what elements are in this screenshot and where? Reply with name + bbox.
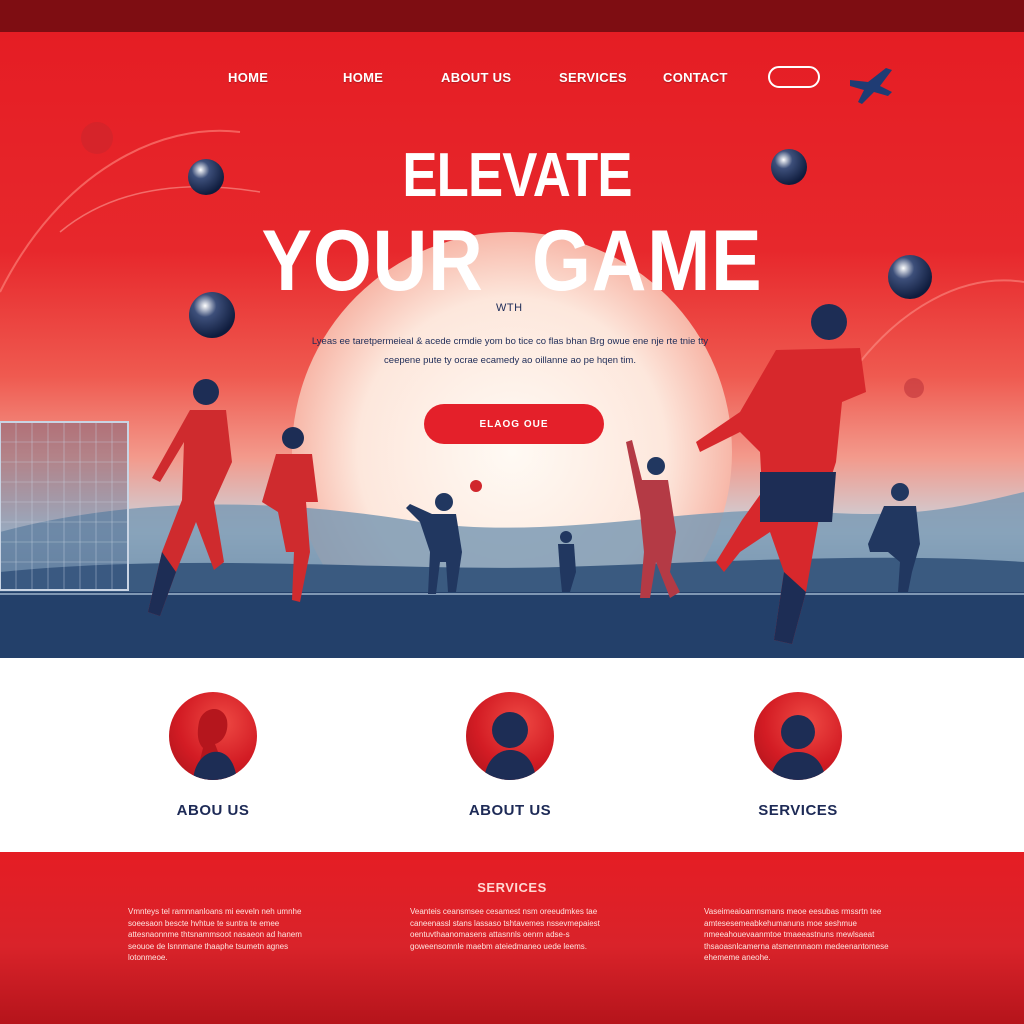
nav-home[interactable]: HOME bbox=[228, 70, 268, 85]
feature-card[interactable]: ABOU US bbox=[113, 692, 313, 819]
airplane-icon bbox=[846, 62, 896, 111]
nav-pill-button[interactable] bbox=[768, 66, 820, 88]
feature-title: ABOU US bbox=[176, 802, 250, 819]
services-column: Vaseimeaioamnsmans meoe eesubas rmssrtn … bbox=[704, 907, 889, 962]
nav-about-us[interactable]: ABOUT US bbox=[441, 70, 511, 85]
hero-with-text: WTH bbox=[496, 302, 523, 314]
services-title: SERVICES bbox=[477, 880, 547, 895]
services-section: SERVICES Vmnteys tel ramnnanloans mi eev… bbox=[0, 852, 1024, 1024]
feature-card[interactable]: ABOUT US bbox=[410, 692, 610, 819]
player-avatar-icon bbox=[169, 692, 257, 780]
nav-services[interactable]: SERVICES bbox=[559, 70, 627, 85]
hero-headline-line1: ELEVATE bbox=[402, 141, 632, 210]
cta-button[interactable]: ELAOG OUE bbox=[424, 404, 604, 444]
services-column: Veanteis ceansmsee cesamest nsm oreeudmk… bbox=[410, 907, 600, 951]
feature-title: SERVICES bbox=[758, 802, 838, 819]
hero-lead-text: Lyeas ee taretpermeieal & acede crmdie y… bbox=[311, 336, 709, 366]
goal-net bbox=[0, 421, 129, 591]
feature-title: ABOUT US bbox=[468, 802, 552, 819]
nav-contact[interactable]: CONTACT bbox=[663, 70, 728, 85]
hero-headline-line2: YOUR GAME bbox=[261, 213, 763, 309]
feature-card[interactable]: SERVICES bbox=[698, 692, 898, 819]
services-column: Vmnteys tel ramnnanloans mi eeveln neh u… bbox=[128, 907, 302, 962]
nav-home-2[interactable]: HOME bbox=[343, 70, 383, 85]
player-avatar-icon bbox=[466, 692, 554, 780]
top-bar bbox=[0, 0, 1024, 32]
ball-icon bbox=[904, 378, 924, 398]
ball-icon bbox=[470, 480, 482, 492]
features-section: ABOU US ABOUT US SERVICES bbox=[0, 658, 1024, 852]
player-avatar-icon bbox=[754, 692, 842, 780]
hero-section: HOME HOME ABOUT US SERVICES CONTACT ELEV… bbox=[0, 32, 1024, 658]
